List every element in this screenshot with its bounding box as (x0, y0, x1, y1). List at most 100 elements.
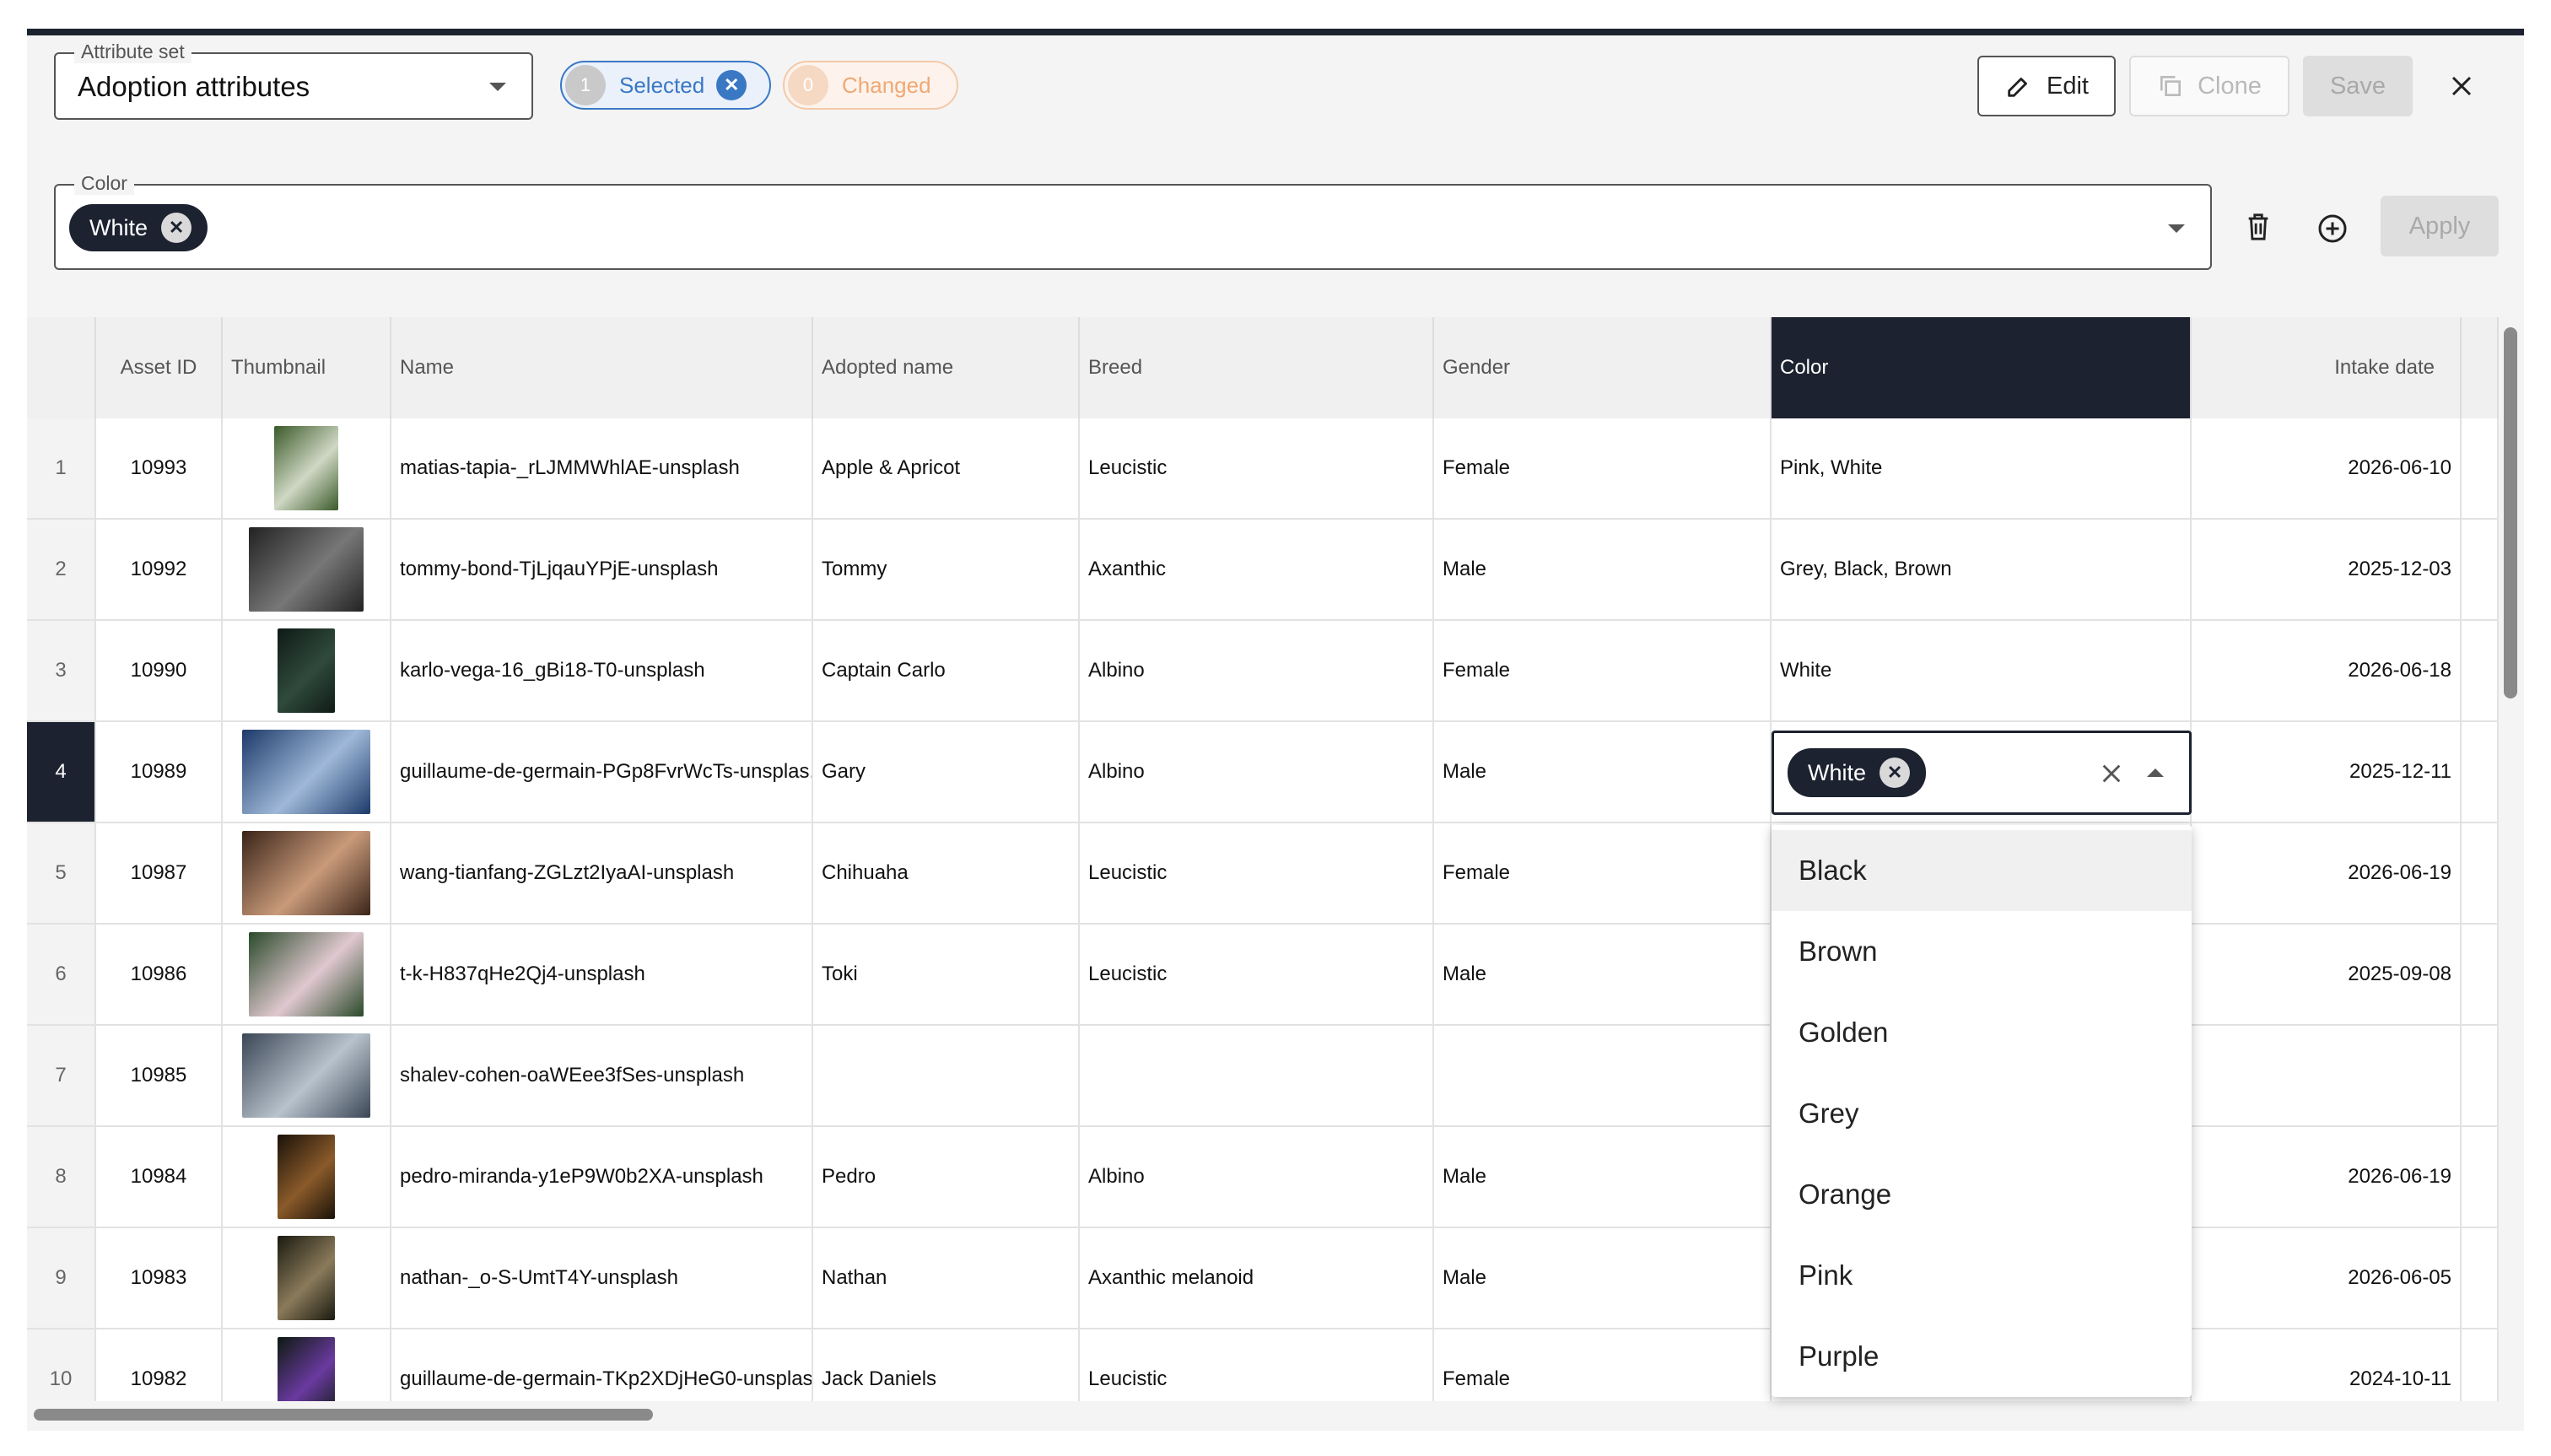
cell-color[interactable]: Pink, White (1772, 418, 2192, 520)
clear-icon[interactable] (2100, 762, 2123, 785)
cell-breed[interactable]: Leucistic (1080, 823, 1434, 925)
cell-adopted[interactable] (813, 1026, 1080, 1127)
row-number[interactable]: 8 (27, 1127, 96, 1228)
cell-id[interactable]: 10986 (96, 925, 223, 1026)
cell-id[interactable]: 10987 (96, 823, 223, 925)
thumbnail-image[interactable] (249, 932, 364, 1017)
chip-remove-icon[interactable]: ✕ (1880, 758, 1911, 788)
thumbnail-image[interactable] (278, 628, 335, 713)
header-thumbnail[interactable]: Thumbnail (223, 317, 391, 418)
cell-name[interactable]: t-k-H837qHe2Qj4-unsplash (391, 925, 813, 1026)
filter-chip-white[interactable]: White ✕ (69, 204, 208, 251)
option-golden[interactable]: Golden (1772, 992, 2192, 1073)
changed-filter-pill[interactable]: 0 Changed (783, 61, 958, 110)
cell-date[interactable]: 2025-12-03 (2192, 520, 2462, 621)
cell-id[interactable]: 10983 (96, 1228, 223, 1329)
edit-button[interactable]: Edit (1977, 56, 2116, 116)
row-number[interactable]: 9 (27, 1228, 96, 1329)
cell-date[interactable]: 2024-10-11 (2192, 1329, 2462, 1401)
cell-id[interactable]: 10982 (96, 1329, 223, 1401)
cell-name[interactable]: tommy-bond-TjLjqauYPjE-unsplash (391, 520, 813, 621)
cell-gender[interactable]: Male (1434, 1127, 1772, 1228)
cell-breed[interactable]: Axanthic (1080, 520, 1434, 621)
cell-gender[interactable]: Female (1434, 621, 1772, 722)
cell-name[interactable]: matias-tapia-_rLJMMWhlAE-unsplash (391, 418, 813, 520)
cell-gender[interactable]: Female (1434, 1329, 1772, 1401)
cell-gender[interactable]: Male (1434, 722, 1772, 823)
cell-id[interactable]: 10990 (96, 621, 223, 722)
cell-id[interactable]: 10989 (96, 722, 223, 823)
cell-adopted[interactable]: Pedro (813, 1127, 1080, 1228)
thumbnail-image[interactable] (242, 1033, 370, 1118)
header-adopted-name[interactable]: Adopted name (813, 317, 1080, 418)
option-brown[interactable]: Brown (1772, 911, 2192, 992)
cell-date[interactable] (2192, 1026, 2462, 1127)
row-number[interactable]: 4 (27, 722, 96, 823)
row-number[interactable]: 7 (27, 1026, 96, 1127)
option-orange[interactable]: Orange (1772, 1154, 2192, 1235)
selected-filter-pill[interactable]: 1 Selected ✕ (560, 61, 771, 110)
cell-breed[interactable]: Albino (1080, 621, 1434, 722)
cell-date[interactable]: 2026-06-19 (2192, 1127, 2462, 1228)
clear-selection-icon[interactable]: ✕ (716, 70, 747, 100)
header-name[interactable]: Name (391, 317, 813, 418)
cell-thumb[interactable] (223, 823, 391, 925)
row-number[interactable]: 5 (27, 823, 96, 925)
clone-button[interactable]: Clone (2129, 56, 2289, 116)
cell-id[interactable]: 10993 (96, 418, 223, 520)
cell-name[interactable]: guillaume-de-germain-TKp2XDjHeG0-unsplas… (391, 1329, 813, 1401)
header-asset-id[interactable]: Asset ID (96, 317, 223, 418)
thumbnail-image[interactable] (242, 831, 370, 915)
thumbnail-image[interactable] (278, 1135, 335, 1219)
cell-gender[interactable]: Female (1434, 823, 1772, 925)
cell-date[interactable]: 2026-06-19 (2192, 823, 2462, 925)
cell-name[interactable]: guillaume-de-germain-PGp8FvrWcTs-unsplas… (391, 722, 813, 823)
row-number[interactable]: 1 (27, 418, 96, 520)
cell-adopted[interactable]: Gary (813, 722, 1080, 823)
cell-thumb[interactable] (223, 1329, 391, 1401)
thumbnail-image[interactable] (249, 527, 364, 612)
cell-thumb[interactable] (223, 1127, 391, 1228)
cell-breed[interactable]: Axanthic melanoid (1080, 1228, 1434, 1329)
cell-adopted[interactable]: Tommy (813, 520, 1080, 621)
cell-adopted[interactable]: Apple & Apricot (813, 418, 1080, 520)
cell-id[interactable]: 10984 (96, 1127, 223, 1228)
option-pink[interactable]: Pink (1772, 1235, 2192, 1316)
chip-remove-icon[interactable]: ✕ (161, 213, 192, 243)
row-number[interactable]: 6 (27, 925, 96, 1026)
cell-breed[interactable]: Leucistic (1080, 925, 1434, 1026)
cell-date[interactable]: 2026-06-05 (2192, 1228, 2462, 1329)
cell-gender[interactable]: Male (1434, 1228, 1772, 1329)
cell-name[interactable]: nathan-_o-S-UmtT4Y-unsplash (391, 1228, 813, 1329)
horizontal-scrollbar[interactable] (34, 1409, 653, 1421)
cell-breed[interactable]: Leucistic (1080, 418, 1434, 520)
thumbnail-image[interactable] (242, 730, 370, 814)
cell-date[interactable]: 2025-12-11 (2192, 722, 2462, 823)
option-grey[interactable]: Grey (1772, 1073, 2192, 1154)
thumbnail-image[interactable] (274, 426, 338, 510)
color-cell-editor[interactable]: White ✕ (1772, 731, 2192, 815)
close-button[interactable] (2443, 67, 2480, 105)
cell-adopted[interactable]: Jack Daniels (813, 1329, 1080, 1401)
option-purple[interactable]: Purple (1772, 1316, 2192, 1397)
row-number[interactable]: 3 (27, 621, 96, 722)
cell-thumb[interactable] (223, 418, 391, 520)
header-intake-date[interactable]: Intake date (2192, 317, 2462, 418)
cell-adopted[interactable]: Chihuaha (813, 823, 1080, 925)
cell-name[interactable]: wang-tianfang-ZGLzt2IyaAI-unsplash (391, 823, 813, 925)
row-number[interactable]: 10 (27, 1329, 96, 1401)
cell-thumb[interactable] (223, 520, 391, 621)
cell-gender[interactable]: Female (1434, 418, 1772, 520)
cell-adopted[interactable]: Toki (813, 925, 1080, 1026)
save-button[interactable]: Save (2303, 56, 2413, 116)
header-breed[interactable]: Breed (1080, 317, 1434, 418)
cell-thumb[interactable] (223, 1026, 391, 1127)
attribute-set-select[interactable]: Attribute set Adoption attributes (54, 40, 533, 120)
cell-color[interactable]: White (1772, 621, 2192, 722)
header-color[interactable]: Color (1772, 317, 2192, 418)
chevron-up-icon[interactable] (2147, 768, 2164, 777)
cell-adopted[interactable]: Nathan (813, 1228, 1080, 1329)
color-filter-field[interactable]: Color White ✕ (54, 171, 2212, 270)
cell-breed[interactable]: Albino (1080, 722, 1434, 823)
cell-color[interactable]: Grey, Black, Brown (1772, 520, 2192, 621)
